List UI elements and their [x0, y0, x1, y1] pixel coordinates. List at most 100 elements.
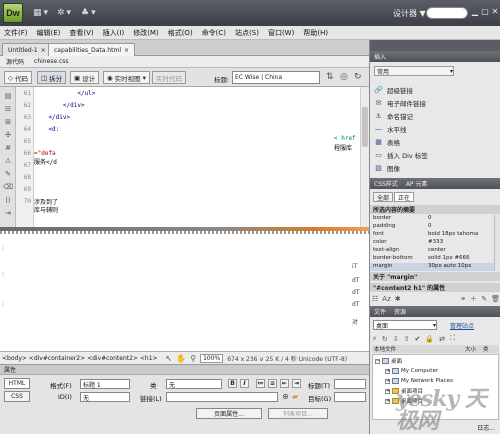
collapse-icon[interactable]: − [375, 358, 380, 364]
code-scrollbar[interactable] [360, 87, 369, 227]
css-current-button[interactable]: 正在 [394, 192, 414, 202]
menu-insert[interactable]: 插入(I) [103, 28, 125, 38]
tab-css-styles[interactable]: CSS样式 [374, 179, 398, 188]
class-select[interactable]: 无 [166, 379, 222, 389]
refresh-icon[interactable]: ↻ [354, 72, 362, 82]
insert-hyperlink[interactable]: 🔗 超级链接 [374, 84, 413, 96]
menu-modify[interactable]: 修改(M) [133, 28, 159, 38]
expand-icon[interactable]: ⊞ [3, 117, 13, 126]
maximize-icon[interactable]: ▢ [480, 6, 490, 16]
edit-rule-icon[interactable]: ✎ [481, 295, 487, 303]
minimize-icon[interactable]: ▁ [470, 6, 480, 16]
related-source[interactable]: 源代码 [6, 57, 24, 66]
expand-icon[interactable]: + [385, 368, 390, 374]
tab-ap-elements[interactable]: AP 元素 [406, 179, 428, 188]
menu-edit[interactable]: 编辑(E) [37, 28, 61, 38]
insert-table[interactable]: ▦ 表格 [374, 136, 400, 148]
code-editor[interactable]: </ul> </div> </div> <d: ="defa 服务</d 涉及到… [34, 87, 360, 227]
checkout-icon[interactable]: ✔ [415, 335, 421, 343]
html-mode-button[interactable]: HTML [4, 378, 30, 389]
browse-folder-icon[interactable]: ▰ [292, 392, 298, 401]
css-property-row-selected[interactable]: margin 30px auto 10px [370, 263, 494, 271]
split-view-button[interactable]: ◫ 拆分 [37, 71, 67, 84]
wrap-tag-icon[interactable]: ⟨⟩ [3, 195, 13, 204]
design-view-button[interactable]: ▣ 设计 [70, 71, 100, 84]
list-item-button[interactable]: 列表项目... [268, 408, 328, 419]
insert-email-link[interactable]: ✉ 电子邮件链接 [374, 97, 426, 109]
live-code-button[interactable]: 实时代码 [152, 71, 186, 84]
select-parent-icon[interactable]: ✣ [3, 130, 13, 139]
new-rule-icon[interactable]: ＋ [470, 294, 477, 304]
insert-named-anchor[interactable]: ⚓ 命名锚记 [374, 110, 413, 122]
menu-site[interactable]: 站点(S) [235, 28, 259, 38]
close-icon[interactable]: ✕ [490, 6, 500, 16]
menu-file[interactable]: 文件(F) [4, 28, 28, 38]
col-type[interactable]: 类 [483, 345, 489, 353]
menu-format[interactable]: 格式(O) [168, 28, 193, 38]
checkin-icon[interactable]: 🔒 [425, 335, 434, 343]
category-view-icon[interactable]: ☷ [372, 295, 378, 303]
file-management-icon[interactable]: ⇅ [326, 72, 334, 82]
css-property-row[interactable]: border 0 [370, 215, 494, 223]
site-menu-icon[interactable]: ♣ ▾ [79, 6, 98, 20]
select-tool-icon[interactable]: ↖ [166, 354, 173, 363]
ordered-list-icon[interactable]: ≡ [268, 379, 277, 388]
col-local-files[interactable]: 本地文件 [372, 345, 465, 353]
manage-sites-link[interactable]: 管理站点 [450, 321, 474, 330]
workspace-switcher[interactable]: 设计器 ▼ [390, 7, 429, 20]
delete-rule-icon[interactable]: 🗑 [491, 295, 500, 303]
tag-selector[interactable]: <body> <div#container2> <div#content2> <… [2, 355, 158, 362]
bold-button[interactable]: B [228, 379, 237, 388]
insert-image[interactable]: ▨ 图像 [374, 162, 400, 174]
id-select[interactable]: 无 [80, 392, 130, 402]
css-property-row[interactable]: font bold 18px tahoma [370, 231, 494, 239]
expand-panel-icon[interactable]: ⛶ [450, 334, 455, 343]
tab-capabilities[interactable]: capabilities_Data.html × [48, 43, 136, 56]
expand-icon[interactable]: + [385, 398, 390, 404]
outdent-icon[interactable]: ⇤ [280, 379, 289, 388]
tab-untitled[interactable]: Untitled-1 × [2, 43, 52, 56]
apply-comment-icon[interactable]: ✎ [3, 169, 13, 178]
set-properties-icon[interactable]: ✱ [395, 295, 401, 303]
code-view-button[interactable]: ◇ 代码 [4, 71, 32, 84]
css-property-row[interactable]: color #333 [370, 239, 494, 247]
css-property-row[interactable]: text-align center [370, 247, 494, 255]
sync-icon[interactable]: ⇄ [439, 335, 445, 343]
collapse-tag-icon[interactable]: ⊟ [3, 104, 13, 113]
target-select[interactable] [334, 392, 366, 402]
open-documents-icon[interactable]: ▤ [3, 91, 13, 100]
get-files-icon[interactable]: ⇩ [393, 335, 399, 343]
line-numbers-icon[interactable]: # [3, 143, 13, 152]
css-scrollbar[interactable] [494, 215, 500, 271]
extend-menu-icon[interactable]: ✲ ▾ [55, 6, 73, 20]
unordered-list-icon[interactable]: ≔ [256, 379, 265, 388]
link-input[interactable] [166, 392, 278, 402]
format-select[interactable]: 标题 1 [80, 379, 130, 389]
css-mode-button[interactable]: CSS [4, 391, 30, 402]
menu-commands[interactable]: 命令(C) [202, 28, 226, 38]
point-to-file-icon[interactable]: ⊕ [282, 392, 289, 401]
document-title-input[interactable]: EC Wise | China [232, 71, 320, 84]
tree-item[interactable]: + My Computer [385, 367, 438, 375]
expand-icon[interactable]: + [385, 378, 390, 384]
insert-panel-header[interactable]: 插入 [370, 51, 500, 62]
insert-category-select[interactable]: 常用 ▾ [374, 66, 454, 76]
menu-window[interactable]: 窗口(W) [268, 28, 294, 38]
preview-icon[interactable]: ◎ [340, 72, 348, 82]
remove-comment-icon[interactable]: ⌫ [3, 182, 13, 191]
live-view-button[interactable]: ◉ 实时视图 ▾ [103, 71, 150, 84]
indent-icon[interactable]: ⇥ [3, 208, 13, 217]
zoom-tool-icon[interactable]: ⚲ [190, 354, 196, 363]
css-all-button[interactable]: 全部 [373, 192, 393, 202]
related-css[interactable]: chinese.css [34, 58, 69, 65]
alpha-view-icon[interactable]: Az [382, 295, 390, 303]
scroll-thumb[interactable] [362, 107, 368, 147]
close-tab-icon[interactable]: × [124, 47, 129, 54]
hand-tool-icon[interactable]: ✋ [176, 354, 186, 363]
refresh-files-icon[interactable]: ↻ [382, 335, 388, 343]
indent-text-icon[interactable]: ⇥ [292, 379, 301, 388]
insert-horizontal-rule[interactable]: ― 水平线 [374, 123, 407, 135]
col-size[interactable]: 大小 [465, 345, 483, 353]
connect-icon[interactable]: ⚡ [372, 335, 377, 343]
highlight-invalid-icon[interactable]: ⚠ [3, 156, 13, 165]
